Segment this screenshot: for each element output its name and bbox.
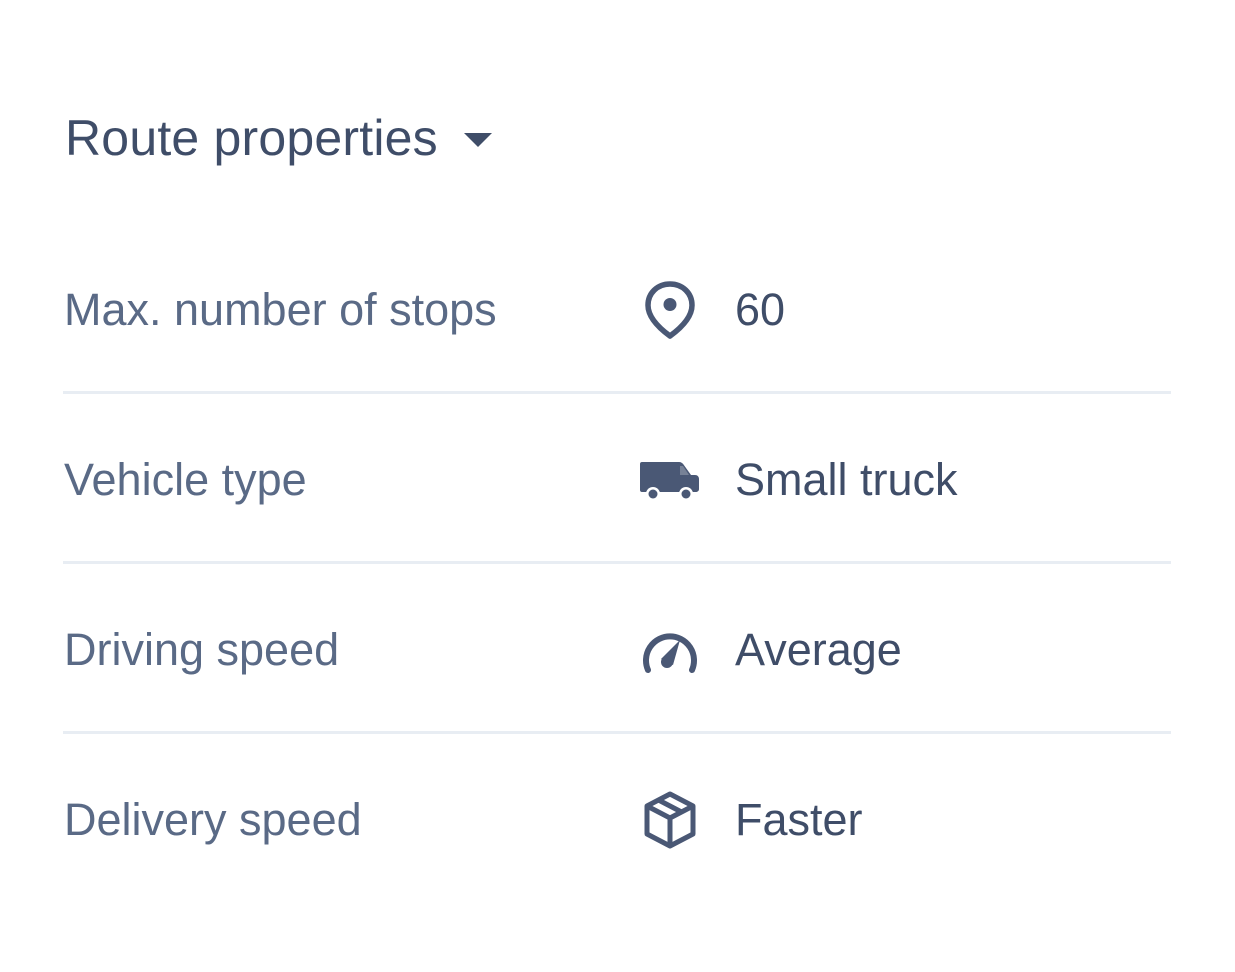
section-title: Route properties — [65, 110, 438, 166]
route-properties-toggle[interactable]: Route properties — [65, 105, 492, 171]
property-value: Faster — [735, 794, 863, 845]
map-pin-icon — [639, 279, 701, 341]
property-label: Delivery speed — [64, 794, 362, 845]
property-value: 60 — [735, 284, 786, 335]
truck-icon — [639, 449, 701, 511]
package-icon — [639, 789, 701, 851]
property-row-max-stops: Max. number of stops 60 — [63, 224, 1171, 394]
property-value: Small truck — [735, 454, 958, 505]
properties-list: Max. number of stops 60 Vehicle type Sma… — [63, 224, 1171, 904]
property-label: Max. number of stops — [64, 284, 497, 335]
caret-down-icon[interactable] — [463, 133, 492, 147]
property-row-delivery-speed: Delivery speed Faster — [63, 734, 1171, 904]
speedometer-icon — [639, 619, 701, 681]
property-label: Vehicle type — [64, 454, 307, 505]
property-value: Average — [735, 624, 902, 675]
property-row-vehicle-type: Vehicle type Small truck — [63, 394, 1171, 564]
property-row-driving-speed: Driving speed Average — [63, 564, 1171, 734]
property-label: Driving speed — [64, 624, 340, 675]
